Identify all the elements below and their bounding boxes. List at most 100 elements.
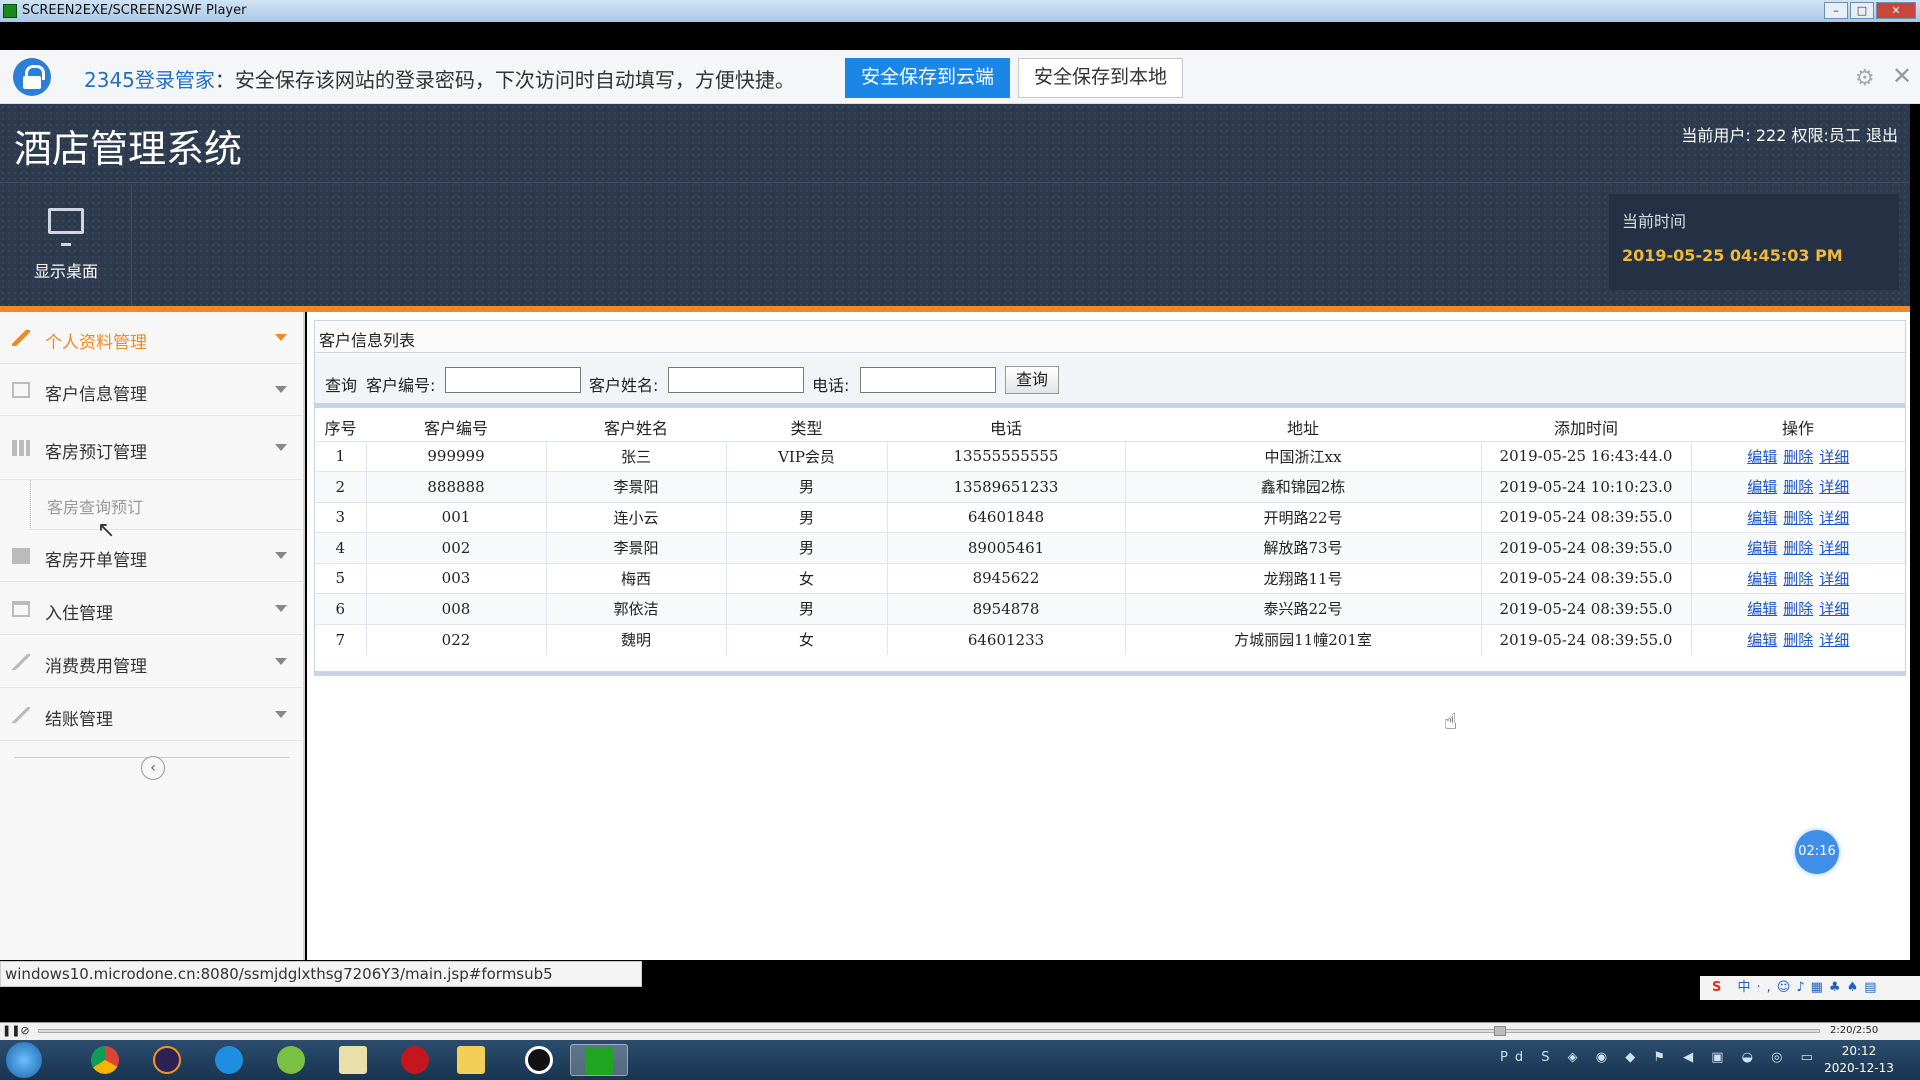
calendar-icon: [12, 601, 30, 617]
detail-link[interactable]: 详细: [1819, 539, 1849, 557]
sidebar-item-room-booking[interactable]: 客房预订管理: [0, 422, 303, 480]
chevron-down-icon: [275, 552, 287, 559]
delete-link[interactable]: 删除: [1783, 539, 1813, 557]
search-button[interactable]: 查询: [1005, 366, 1059, 394]
edit-link[interactable]: 编辑: [1747, 509, 1777, 527]
table-row: 7 022 魏明女 64601233 方城丽园11幢201室 2019-05-24 08:…: [315, 623, 1905, 655]
detail-link[interactable]: 详细: [1819, 631, 1849, 649]
edit-link[interactable]: 编辑: [1747, 478, 1777, 496]
delete-link[interactable]: 删除: [1783, 631, 1813, 649]
customer-id-input[interactable]: [445, 367, 581, 393]
table-cell: 魏明: [546, 623, 727, 655]
detail-link[interactable]: 详细: [1819, 600, 1849, 618]
save-to-cloud-button[interactable]: 安全保存到云端: [845, 58, 1010, 98]
edit-link[interactable]: 编辑: [1747, 539, 1777, 557]
table-cell: 2019-05-24 08:39:55.0: [1481, 532, 1692, 563]
taskbar-clock[interactable]: 20:12 2020-12-13: [1824, 1043, 1894, 1077]
table-cell: 2019-05-24 08:39:55.0: [1481, 623, 1692, 655]
sidebar-item-profile[interactable]: 个人资料管理: [0, 312, 303, 364]
table-cell: 中国浙江xx: [1125, 440, 1482, 472]
customer-name-label: 客户姓名:: [589, 376, 659, 395]
sidebar-item-checkout[interactable]: 结账管理: [0, 689, 303, 741]
id-card-icon: [12, 382, 30, 398]
edit-link[interactable]: 编辑: [1747, 631, 1777, 649]
current-user: 222: [1755, 126, 1787, 145]
close-window-button[interactable]: ✕: [1876, 2, 1916, 19]
table-cell: 5: [315, 562, 367, 594]
player-seek-thumb[interactable]: [1494, 1026, 1506, 1036]
pause-icon[interactable]: ❚❚: [2, 1024, 20, 1038]
table-cell: 4: [315, 532, 367, 563]
edit-link[interactable]: 编辑: [1747, 570, 1777, 588]
detail-link[interactable]: 详细: [1819, 448, 1849, 466]
delete-link[interactable]: 删除: [1783, 509, 1813, 527]
sidebar-item-room-billing[interactable]: 客房开单管理: [0, 530, 303, 582]
column-header: 电话: [887, 413, 1125, 441]
detail-link[interactable]: 详细: [1819, 509, 1849, 527]
file-explorer-taskbar-icon[interactable]: [447, 1044, 495, 1076]
table-cell: 1: [315, 440, 367, 472]
table-cell: 002: [366, 532, 547, 563]
lock-icon: [13, 58, 51, 96]
minimize-button[interactable]: –: [1824, 2, 1848, 19]
edit-link[interactable]: 编辑: [1747, 448, 1777, 466]
delete-link[interactable]: 删除: [1783, 448, 1813, 466]
qq-taskbar-icon[interactable]: [515, 1044, 563, 1076]
delete-link[interactable]: 删除: [1783, 478, 1813, 496]
sidebar-collapse-button[interactable]: ‹: [141, 756, 165, 780]
app-icon: [3, 4, 17, 18]
detail-link[interactable]: 详细: [1819, 478, 1849, 496]
window-title-bar[interactable]: SCREEN2EXE/SCREEN2SWF Player – □ ✕: [0, 0, 1920, 22]
chevron-down-icon: [275, 658, 287, 665]
logout-link[interactable]: 退出: [1866, 126, 1898, 145]
layout-icon: [12, 548, 30, 564]
eclipse-taskbar-icon[interactable]: [143, 1044, 191, 1076]
table-cell: 022: [366, 623, 547, 655]
detail-link[interactable]: 详细: [1819, 570, 1849, 588]
save-to-local-button[interactable]: 安全保存到本地: [1018, 58, 1183, 98]
sidebar-item-checkin[interactable]: 入住管理: [0, 583, 303, 635]
table-row: 6 008 郭依洁男 8954878 泰兴路22号 2019-05-24 08:39:55…: [315, 593, 1905, 624]
system-tray[interactable]: Pd S ◈ ◉ ◆ ⚑ ◀ ▣ ◒ ◎ ▭: [1500, 1050, 1820, 1065]
sidebar-item-expenses[interactable]: 消费费用管理: [0, 636, 303, 688]
table-cell: 888888: [366, 471, 547, 502]
table-cell: 64601233: [887, 623, 1126, 655]
screen2exe-taskbar-icon[interactable]: [570, 1044, 628, 1076]
table-cell: 2019-05-24 08:39:55.0: [1481, 501, 1692, 533]
app-title: 酒店管理系统: [14, 127, 243, 171]
ime-toolbar[interactable]: S 中·,☺♪▦♣♠▤: [1700, 976, 1920, 1000]
table-cell: 开明路22号: [1125, 501, 1482, 533]
edit-link[interactable]: 编辑: [1747, 600, 1777, 618]
recording-timer[interactable]: 02:16: [1795, 830, 1839, 874]
browser-taskbar-icon[interactable]: [205, 1044, 253, 1076]
table-cell: 龙翔路11号: [1125, 562, 1482, 594]
player-seek-track[interactable]: [38, 1029, 1820, 1033]
current-time-label: 当前时间: [1622, 212, 1687, 231]
chrome-taskbar-icon[interactable]: [81, 1044, 129, 1076]
flash-taskbar-icon[interactable]: [391, 1044, 439, 1076]
user-role: 员工: [1828, 126, 1861, 145]
customer-id-label: 客户编号:: [366, 376, 436, 395]
green-app-taskbar-icon[interactable]: [267, 1044, 315, 1076]
stop-icon[interactable]: ⊘: [18, 1024, 32, 1038]
phone-input[interactable]: [860, 367, 996, 393]
delete-link[interactable]: 删除: [1783, 600, 1813, 618]
start-button[interactable]: [6, 1042, 42, 1078]
table-cell: 64601848: [887, 501, 1126, 533]
table-cell: 8954878: [887, 593, 1126, 624]
customer-name-input[interactable]: [668, 367, 804, 393]
sidebar-subitem-room-query[interactable]: 客房查询预订: [30, 480, 303, 530]
column-header: 客户编号: [366, 413, 546, 441]
sidebar-item-customers[interactable]: 客户信息管理: [0, 364, 303, 416]
table-cell: 鑫和锦园2栋: [1125, 471, 1482, 502]
table-cell: 001: [366, 501, 547, 533]
panel-title: 客户信息列表: [319, 331, 416, 350]
close-icon[interactable]: ✕: [1892, 62, 1912, 90]
chart-app-taskbar-icon[interactable]: [329, 1044, 377, 1076]
column-header: 类型: [726, 413, 887, 441]
show-desktop-button[interactable]: 显示桌面: [0, 184, 132, 306]
maximize-button[interactable]: □: [1850, 2, 1874, 19]
delete-link[interactable]: 删除: [1783, 570, 1813, 588]
gear-icon[interactable]: ⚙: [1855, 66, 1875, 91]
table-cell: 李景阳: [546, 471, 727, 502]
